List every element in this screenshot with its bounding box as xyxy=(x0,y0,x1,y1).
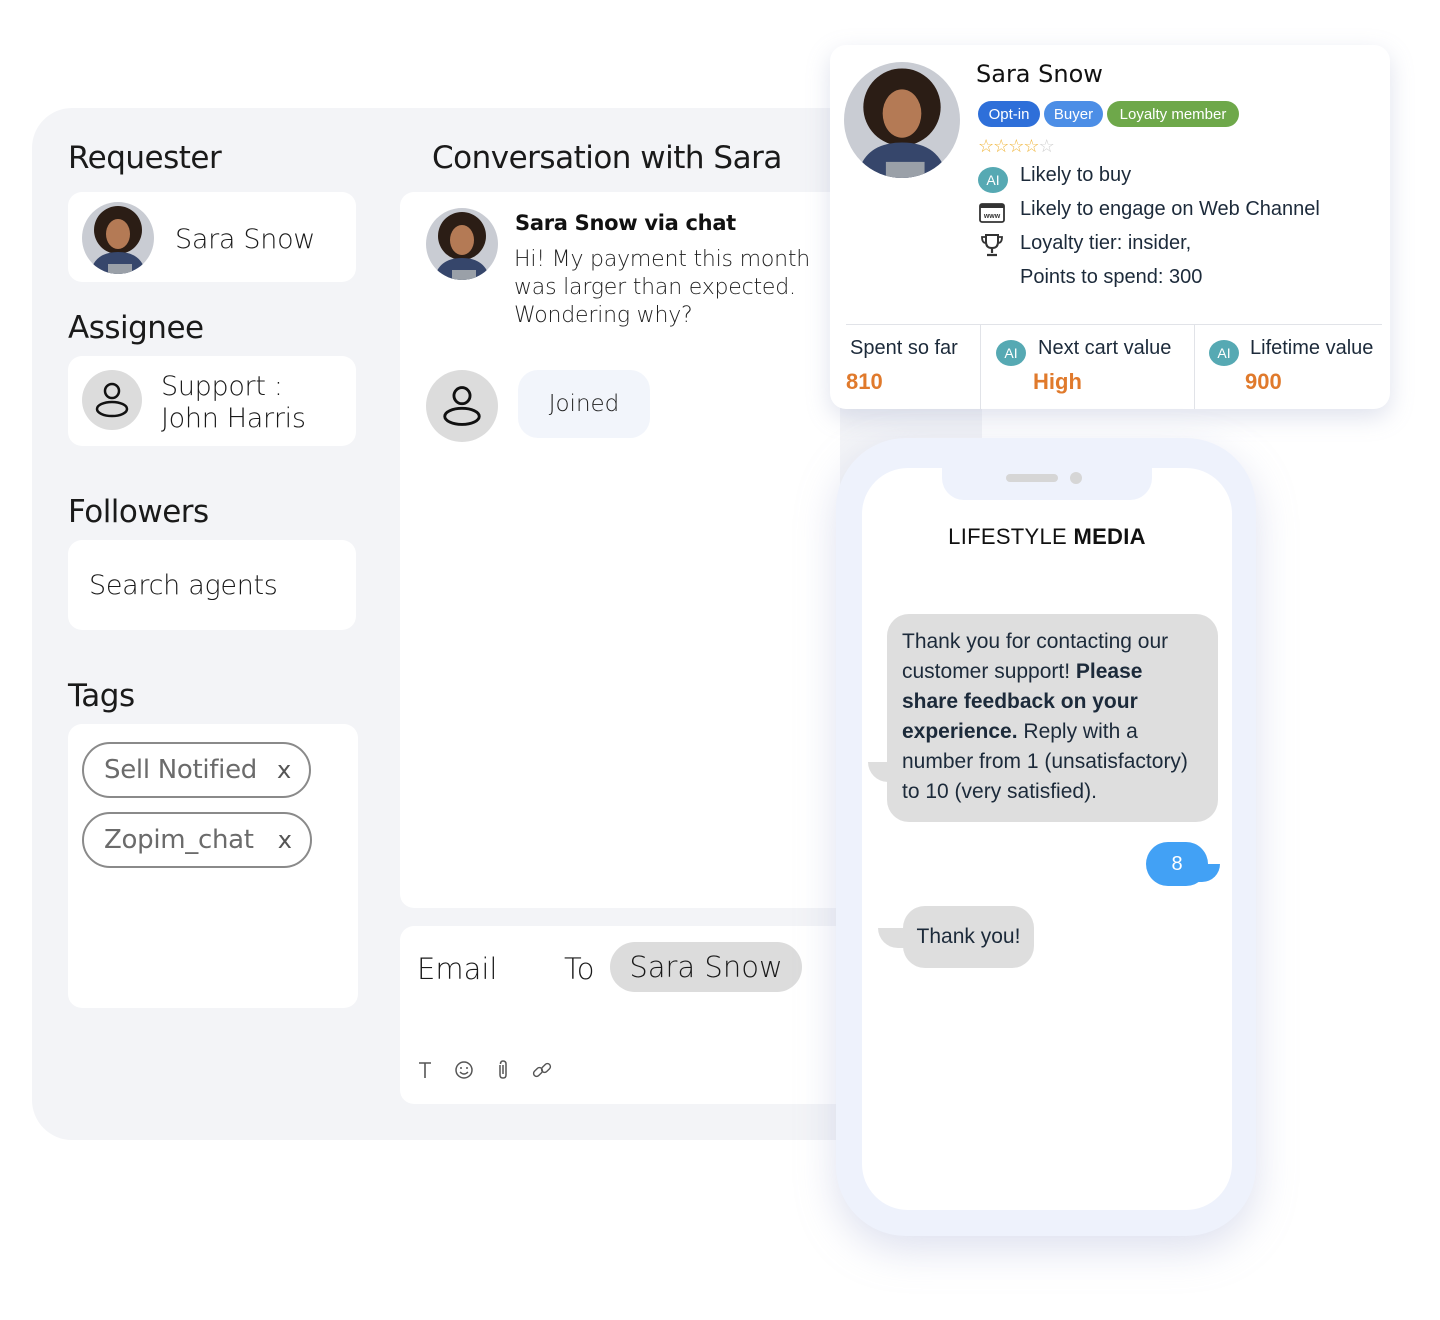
metric-next-cart-label: Next cart value xyxy=(1038,337,1172,359)
emoji-icon[interactable] xyxy=(452,1058,476,1082)
followers-search-placeholder: Search agents xyxy=(89,570,278,601)
message-author-avatar xyxy=(426,208,498,280)
phone-notch xyxy=(942,464,1152,500)
sara-photo-icon xyxy=(82,202,154,274)
message-body: Hi! My payment this month was larger tha… xyxy=(514,247,810,328)
sara-photo-icon xyxy=(426,208,498,280)
message-author: Sara Snow via chat xyxy=(515,211,736,235)
badge-opt-in: Opt-in xyxy=(978,101,1040,127)
to-label: To xyxy=(564,952,595,986)
remove-tag-icon[interactable]: x xyxy=(277,756,291,784)
tag-chip: Sell Notified x xyxy=(82,742,311,798)
brand-bold: MEDIA xyxy=(1073,524,1146,549)
star-empty-icon: ☆ xyxy=(1038,136,1055,156)
star-icon: ☆ xyxy=(993,136,1009,156)
conversation-heading: Conversation with Sara xyxy=(432,140,782,176)
insight-web-channel: Likely to engage on Web Channel xyxy=(1020,198,1320,220)
metric-spent-label: Spent so far xyxy=(850,337,958,359)
brand-logo: LIFESTYLE MEDIA xyxy=(862,524,1232,550)
sms-bubble-incoming: Thank you! xyxy=(903,906,1034,968)
trophy-icon xyxy=(978,232,1006,258)
joined-event: Joined xyxy=(518,370,650,438)
user-icon xyxy=(443,386,481,426)
metric-separator xyxy=(980,325,981,409)
remove-tag-icon[interactable]: x xyxy=(278,826,292,854)
web-channel-icon: www xyxy=(978,200,1006,226)
attachment-icon[interactable] xyxy=(491,1058,515,1082)
ai-icon: AI xyxy=(996,340,1026,366)
link-icon[interactable] xyxy=(530,1058,554,1082)
requester-heading: Requester xyxy=(68,140,222,176)
tag-chip: Zopim_chat x xyxy=(82,812,312,868)
agent-avatar xyxy=(426,370,498,442)
star-icon: ☆ xyxy=(978,136,994,156)
channel-selector[interactable]: Email xyxy=(417,952,497,986)
sms-bubble-incoming: Thank you for contacting our customer su… xyxy=(887,614,1218,822)
metrics-divider xyxy=(846,324,1382,325)
ai-icon: AI xyxy=(1209,340,1239,366)
star-icon: ☆ xyxy=(1023,136,1039,156)
assignee-name-line1: Support : xyxy=(161,371,283,402)
brand-light: LIFESTYLE xyxy=(948,524,1068,549)
recipient-chip[interactable]: Sara Snow xyxy=(610,942,802,992)
sara-photo-icon xyxy=(844,62,960,178)
metric-separator xyxy=(1194,325,1195,409)
phone-speaker xyxy=(1006,474,1058,482)
metric-next-cart-value: High xyxy=(1033,369,1082,394)
badge-buyer: Buyer xyxy=(1044,101,1103,127)
tag-label: Sell Notified xyxy=(104,755,257,785)
assignee-avatar xyxy=(82,370,142,430)
requester-name: Sara Snow xyxy=(175,224,316,255)
assignee-heading: Assignee xyxy=(68,310,204,346)
metric-spent-value: 810 xyxy=(846,369,883,394)
svg-text:www: www xyxy=(983,213,1001,220)
metric-lifetime-label: Lifetime value xyxy=(1250,337,1374,359)
text-format-icon[interactable] xyxy=(413,1058,437,1082)
user-icon xyxy=(95,382,129,418)
profile-name: Sara Snow xyxy=(976,60,1103,88)
phone-camera xyxy=(1070,472,1082,484)
followers-heading: Followers xyxy=(68,494,209,530)
insight-points: Points to spend: 300 xyxy=(1020,266,1203,288)
tag-label: Zopim_chat xyxy=(104,825,254,855)
tags-heading: Tags xyxy=(68,678,135,714)
profile-avatar xyxy=(844,62,960,178)
metric-lifetime-value: 900 xyxy=(1245,369,1282,394)
insight-loyalty-tier: Loyalty tier: insider, xyxy=(1020,232,1192,254)
star-rating: ☆☆☆☆☆ xyxy=(978,136,1055,156)
badge-loyalty-member: Loyalty member xyxy=(1107,101,1239,127)
insight-likely-to-buy: Likely to buy xyxy=(1020,164,1132,186)
requester-avatar xyxy=(82,202,154,274)
star-icon: ☆ xyxy=(1008,136,1024,156)
assignee-name-line2: John Harris xyxy=(161,403,306,434)
ai-icon: AI xyxy=(978,167,1008,193)
phone-screen xyxy=(862,468,1232,1210)
